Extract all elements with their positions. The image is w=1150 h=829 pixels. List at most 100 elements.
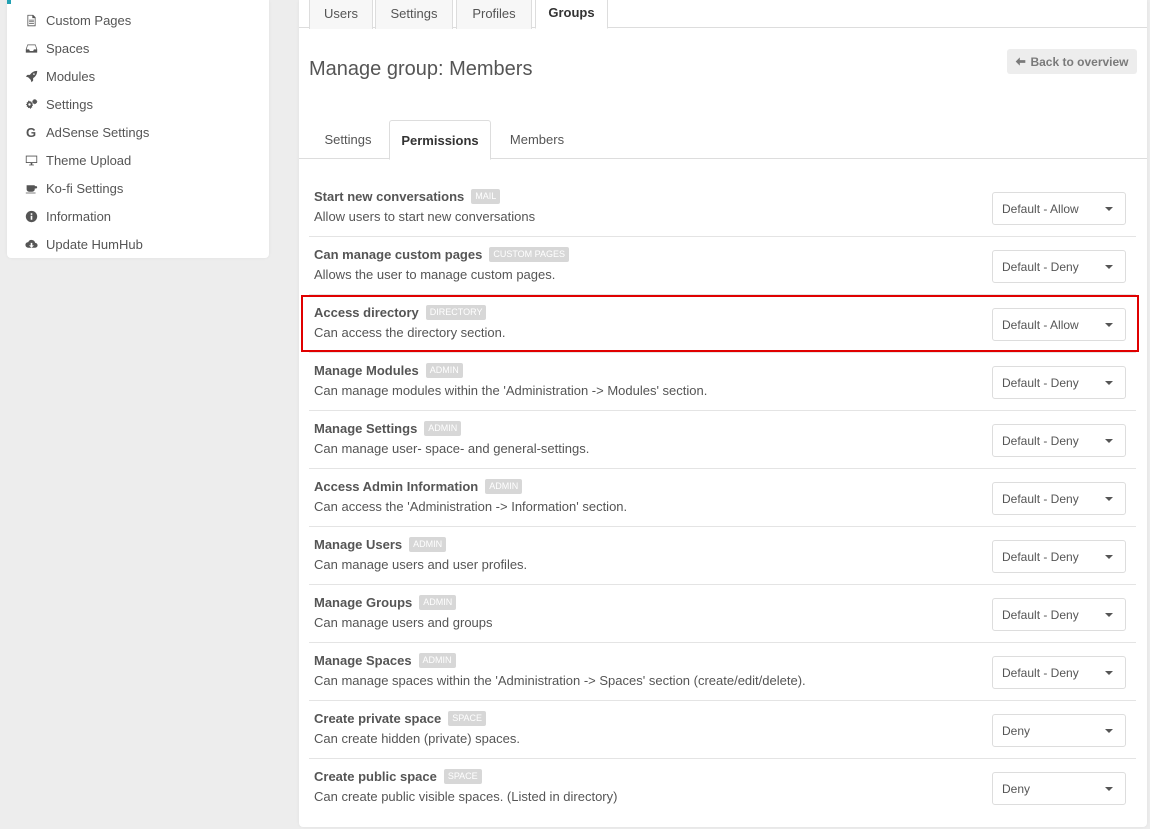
- permission-select-value: Default - Deny: [1002, 549, 1079, 564]
- caret-down-icon: [1105, 323, 1113, 327]
- permission-select-value: Default - Deny: [1002, 665, 1079, 680]
- permission-row: Manage Modules ADMIN Can manage modules w…: [309, 353, 1136, 411]
- desktop-icon: [23, 152, 39, 168]
- permission-select[interactable]: Default - Allow: [992, 192, 1126, 225]
- permission-title-text: Manage Spaces: [314, 653, 412, 668]
- permission-row: Manage Groups ADMIN Can manage users and …: [309, 585, 1136, 643]
- sidebar-item-label: Modules: [46, 68, 96, 84]
- permission-select[interactable]: Default - Deny: [992, 366, 1126, 399]
- sidebar-item-modules[interactable]: Modules: [23, 66, 95, 86]
- google-icon: G: [25, 124, 37, 140]
- permission-description: Can manage modules within the 'Administr…: [314, 383, 708, 398]
- sidebar-item-custom-pages[interactable]: Custom Pages: [23, 10, 131, 30]
- permission-select[interactable]: Default - Allow: [992, 308, 1126, 341]
- permission-description: Can create hidden (private) spaces.: [314, 731, 520, 746]
- permission-description: Can manage user- space- and general-sett…: [314, 441, 590, 456]
- sidebar-accent: [7, 0, 11, 4]
- permission-title: Can manage custom pages CUSTOM PAGES: [314, 247, 570, 262]
- sidebar-item-label: Custom Pages: [46, 12, 132, 28]
- sidebar-item-label: Theme Upload: [46, 152, 132, 168]
- permission-badge: DIRECTORY: [425, 305, 487, 320]
- permission-title-text: Create public space: [314, 769, 437, 784]
- permission-badge: ADMIN: [425, 363, 463, 378]
- permission-title: Manage Users ADMIN: [314, 537, 447, 552]
- permission-title-text: Start new conversations: [314, 189, 465, 204]
- cloud-download-icon: [23, 236, 39, 252]
- permission-description: Can access the 'Administration -> Inform…: [314, 499, 628, 514]
- permission-select-value: Default - Deny: [1002, 259, 1079, 274]
- permission-row: Manage Settings ADMIN Can manage user- sp…: [309, 411, 1136, 469]
- caret-down-icon: [1105, 787, 1113, 791]
- permission-title: Access Admin Information ADMIN: [314, 479, 523, 494]
- caret-down-icon: [1105, 729, 1113, 733]
- permission-select[interactable]: Default - Deny: [992, 598, 1126, 631]
- permission-badge: CUSTOM PAGES: [489, 247, 570, 262]
- permission-title: Manage Modules ADMIN: [314, 363, 463, 378]
- permission-badge: ADMIN: [409, 537, 447, 552]
- back-button-label: Back to overview: [1030, 54, 1129, 69]
- gears-icon: [23, 96, 39, 112]
- tab-users[interactable]: Users: [309, 0, 373, 29]
- sidebar-item-information[interactable]: Information: [23, 206, 111, 226]
- permission-title-text: Access Admin Information: [314, 479, 479, 494]
- admin-top-tabs: Users Settings Profiles Groups: [299, 0, 1147, 29]
- caret-down-icon: [1105, 613, 1113, 617]
- permission-title: Create public space SPACE: [314, 769, 482, 784]
- permission-badge: ADMIN: [485, 479, 523, 494]
- permission-title-text: Manage Users: [314, 537, 403, 552]
- caret-down-icon: [1105, 497, 1113, 501]
- sidebar-item-label: Spaces: [46, 40, 90, 56]
- permission-select[interactable]: Deny: [992, 714, 1126, 747]
- info-icon: [23, 208, 39, 224]
- tab-profiles[interactable]: Profiles: [456, 0, 532, 29]
- back-to-overview-button[interactable]: Back to overview: [1007, 49, 1137, 74]
- sidebar-item-theme-upload[interactable]: Theme Upload: [23, 150, 131, 170]
- permission-description: Can create public visible spaces. (Liste…: [314, 789, 618, 804]
- sidebar-item-label: AdSense Settings: [46, 124, 150, 140]
- permission-description: Allows the user to manage custom pages.: [314, 267, 556, 282]
- permission-select[interactable]: Default - Deny: [992, 656, 1126, 689]
- permission-title: Manage Groups ADMIN: [314, 595, 457, 610]
- permission-title-text: Manage Modules: [314, 363, 419, 378]
- sidebar-item-label: Ko-fi Settings: [46, 180, 124, 196]
- sidebar-item-label: Update HumHub: [46, 236, 143, 252]
- permission-select[interactable]: Deny: [992, 772, 1126, 805]
- permission-select[interactable]: Default - Deny: [992, 424, 1126, 457]
- sidebar-item-label: Settings: [46, 96, 93, 112]
- permission-description: Can manage spaces within the 'Administra…: [314, 673, 806, 688]
- permission-row: Can manage custom pages CUSTOM PAGES Allo…: [309, 237, 1136, 295]
- permission-title-text: Create private space: [314, 711, 442, 726]
- permission-select[interactable]: Default - Deny: [992, 482, 1126, 515]
- permission-select[interactable]: Default - Deny: [992, 250, 1126, 283]
- group-management-panel: Users Settings Profiles Groups Manage gr…: [299, 0, 1147, 827]
- subtab-settings[interactable]: Settings: [311, 120, 385, 159]
- permission-title: Manage Spaces ADMIN: [314, 653, 456, 668]
- permission-badge: ADMIN: [424, 421, 462, 436]
- permission-select-value: Deny: [1002, 723, 1031, 738]
- permission-title-text: Access directory: [314, 305, 419, 320]
- permission-select-value: Default - Deny: [1002, 491, 1079, 506]
- permission-select-value: Default - Allow: [1002, 201, 1079, 216]
- permission-select-value: Deny: [1002, 781, 1031, 796]
- sidebar-item-settings[interactable]: Settings: [23, 94, 93, 114]
- sidebar-item-adsense-settings[interactable]: G AdSense Settings: [23, 122, 149, 142]
- permission-select[interactable]: Default - Deny: [992, 540, 1126, 573]
- permission-row: Start new conversations MAIL Allow users …: [309, 179, 1136, 237]
- permission-description: Can access the directory section.: [314, 325, 506, 340]
- permission-badge: SPACE: [443, 769, 482, 784]
- permission-badge: MAIL: [471, 189, 501, 204]
- caret-down-icon: [1105, 555, 1113, 559]
- file-icon: [23, 12, 39, 28]
- subtab-permissions[interactable]: Permissions: [389, 120, 491, 160]
- tab-groups[interactable]: Groups: [535, 0, 608, 29]
- tab-settings[interactable]: Settings: [375, 0, 453, 29]
- inbox-icon: [23, 40, 39, 56]
- caret-down-icon: [1105, 265, 1113, 269]
- permission-select-value: Default - Deny: [1002, 375, 1079, 390]
- sidebar-item-update-humhub[interactable]: Update HumHub: [23, 234, 143, 254]
- subtab-members[interactable]: Members: [495, 120, 579, 159]
- page-title: Manage group: Members: [309, 58, 533, 80]
- permission-title-text: Manage Settings: [314, 421, 418, 436]
- sidebar-item-ko-fi-settings[interactable]: Ko-fi Settings: [23, 178, 123, 198]
- sidebar-item-spaces[interactable]: Spaces: [23, 38, 89, 58]
